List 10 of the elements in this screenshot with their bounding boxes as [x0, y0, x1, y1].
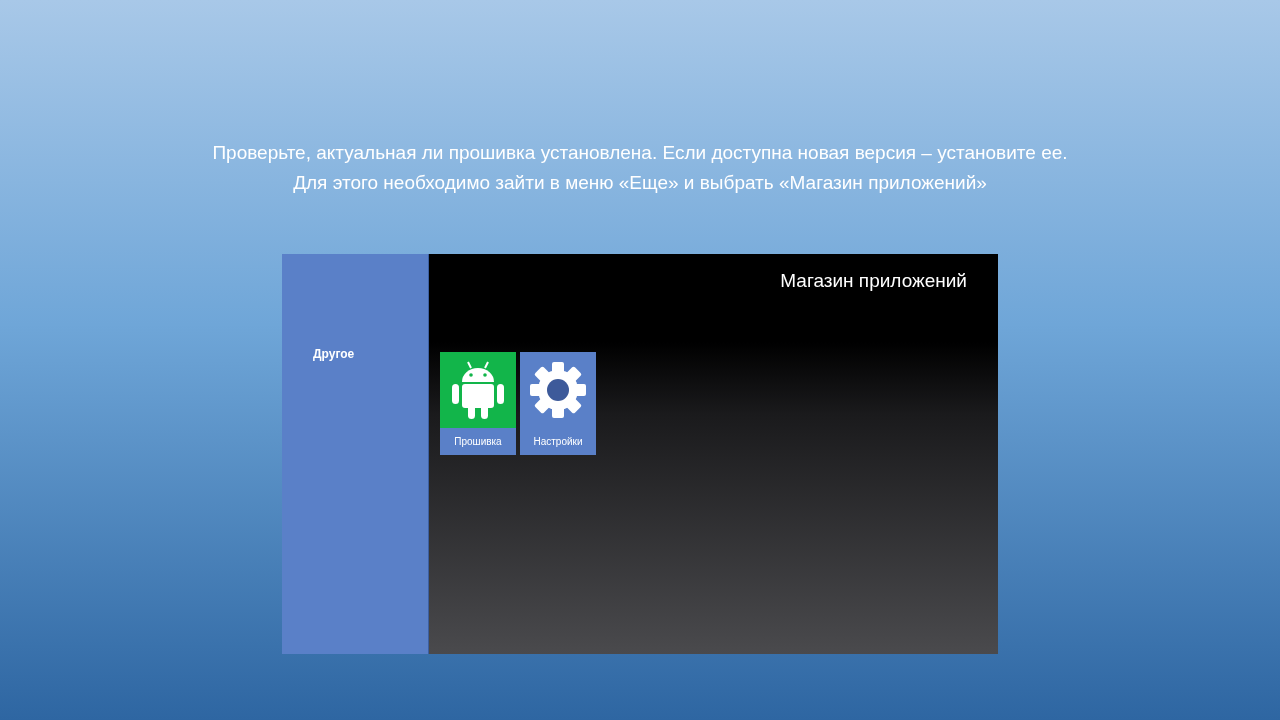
app-label: Прошивка: [440, 428, 516, 455]
android-robot-icon: [450, 360, 506, 420]
sidebar-item[interactable]: Другое: [313, 347, 428, 361]
gear-icon: [529, 361, 587, 419]
screen-title: Магазин приложений: [780, 270, 967, 292]
app-label: Настройки: [520, 428, 596, 455]
instruction-text: Для этого необходимо зайти в меню «Еще» и выбрать «Магазин приложений»: [293, 171, 987, 195]
app-tile[interactable]: Настройки: [520, 352, 596, 455]
instruction-text: Проверьте, актуальная ли прошивка установлена. Если доступна новая версия – установите ее.: [212, 141, 1068, 165]
app-tile[interactable]: Прошивка: [440, 352, 516, 455]
